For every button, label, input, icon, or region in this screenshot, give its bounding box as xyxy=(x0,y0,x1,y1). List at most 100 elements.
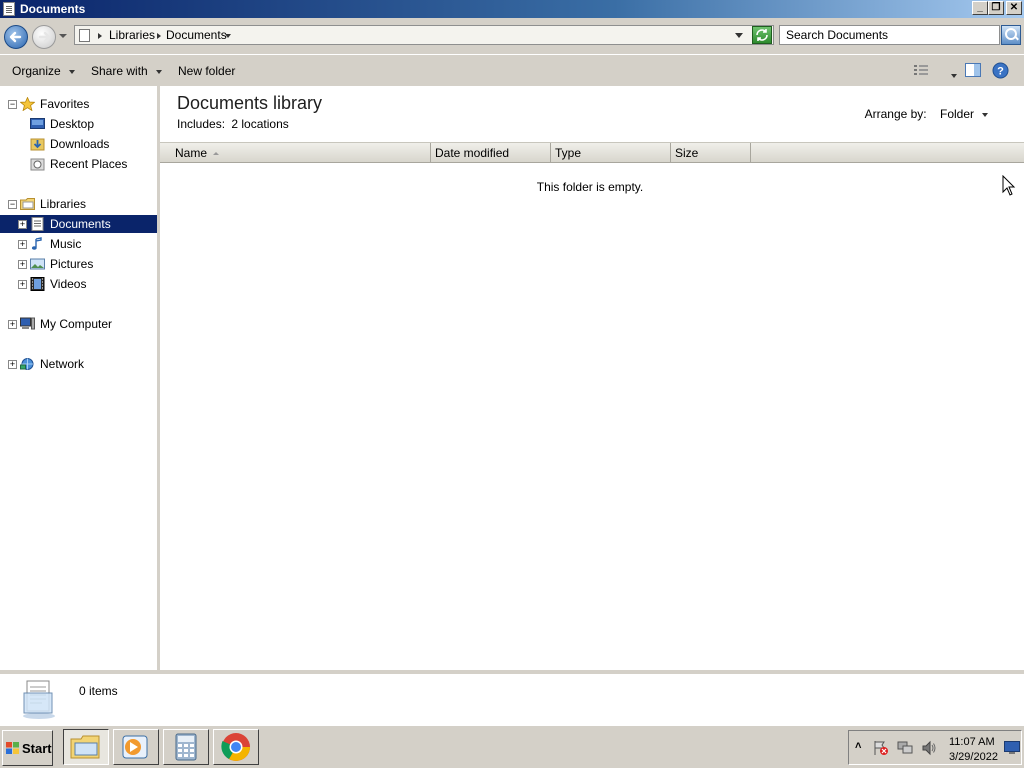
chevron-down-icon xyxy=(982,112,988,117)
column-header-name[interactable]: Name xyxy=(160,143,431,163)
minimize-button[interactable]: _ xyxy=(972,1,988,15)
view-options-dropdown[interactable] xyxy=(943,68,957,82)
close-button[interactable]: ✕ xyxy=(1006,1,1022,15)
computer-icon xyxy=(20,317,35,330)
show-desktop-icon[interactable] xyxy=(1004,741,1020,755)
taskbar-chrome-button[interactable] xyxy=(213,729,259,765)
videos-icon xyxy=(30,277,45,291)
window-title: Documents xyxy=(20,2,86,16)
sidebar-item-music[interactable]: + Music xyxy=(0,235,157,253)
clock-date[interactable]: 3/29/2022 xyxy=(949,751,998,763)
documents-library-large-icon xyxy=(23,680,55,719)
breadcrumb-chevron[interactable] xyxy=(156,28,162,42)
navigation-bar: Libraries Documents Search Documents xyxy=(0,18,1024,54)
sidebar-item-network[interactable]: + Network xyxy=(0,355,157,373)
svg-text:?: ? xyxy=(997,66,1004,78)
title-bar[interactable]: Documents _ ❐ ✕ xyxy=(0,0,1024,18)
file-list-pane[interactable]: Documents library Includes: 2 locations … xyxy=(160,86,1024,670)
expand-icon[interactable]: + xyxy=(18,280,27,289)
organize-label: Organize xyxy=(12,64,61,78)
taskbar-media-player-button[interactable] xyxy=(113,729,159,765)
arrange-by: Arrange by: Folder xyxy=(865,107,988,121)
arrange-by-value: Folder xyxy=(939,107,974,121)
documents-library-icon xyxy=(31,217,44,231)
change-view-icon[interactable] xyxy=(914,64,928,76)
command-bar: Organize Share with New folder ? xyxy=(0,54,1024,86)
maximize-button[interactable]: ❐ xyxy=(988,1,1004,15)
taskbar: Start ˄ 11:07 AM 3/29/2022 xyxy=(0,725,1024,768)
library-icon xyxy=(79,29,90,42)
sidebar-item-label: My Computer xyxy=(40,317,113,331)
back-button[interactable] xyxy=(4,25,28,49)
sidebar-item-downloads[interactable]: Downloads xyxy=(0,135,157,153)
refresh-button[interactable] xyxy=(752,26,772,44)
network-status-icon[interactable] xyxy=(897,740,913,756)
libraries-folder-icon xyxy=(20,198,35,210)
includes-locations-link[interactable]: 2 locations xyxy=(231,117,288,131)
new-folder-button[interactable]: New folder xyxy=(178,64,235,78)
forward-button[interactable] xyxy=(32,25,56,49)
preview-pane-icon[interactable] xyxy=(965,63,981,77)
share-with-label: Share with xyxy=(91,64,148,78)
address-history-dropdown[interactable] xyxy=(735,33,743,38)
sidebar-item-label: Music xyxy=(50,237,82,251)
recent-places-icon xyxy=(30,158,45,171)
sidebar-item-videos[interactable]: + Videos xyxy=(0,275,157,293)
navigation-pane: − Favorites Desktop Downloads Recent Pla… xyxy=(0,86,160,670)
sidebar-item-label: Favorites xyxy=(40,97,90,111)
sidebar-item-recent-places[interactable]: Recent Places xyxy=(0,155,157,173)
chevron-down-icon xyxy=(951,73,957,78)
organize-menu[interactable]: Organize xyxy=(12,64,75,78)
sidebar-item-libraries[interactable]: − Libraries xyxy=(0,195,157,213)
sidebar-item-label: Desktop xyxy=(50,117,95,131)
column-header-type[interactable]: Type xyxy=(551,143,671,163)
sidebar-item-documents[interactable]: + Documents xyxy=(0,215,157,233)
collapse-icon[interactable]: − xyxy=(8,100,17,109)
expand-icon[interactable]: + xyxy=(8,360,17,369)
column-header-date-modified[interactable]: Date modified xyxy=(431,143,551,163)
show-hidden-icons-icon[interactable]: ˄ xyxy=(855,740,861,752)
expand-icon[interactable]: + xyxy=(18,220,27,229)
action-center-flag-icon[interactable] xyxy=(873,740,889,756)
sidebar-item-label: Libraries xyxy=(40,197,87,211)
help-icon[interactable]: ? xyxy=(992,62,1009,79)
volume-icon[interactable] xyxy=(921,740,937,756)
chrome-icon xyxy=(221,733,250,761)
taskbar-calculator-button[interactable] xyxy=(163,729,209,765)
notification-area: ˄ 11:07 AM 3/29/2022 xyxy=(848,730,1022,765)
address-chevron-root[interactable] xyxy=(97,28,103,42)
page-title: Documents library xyxy=(177,93,323,113)
expand-icon[interactable]: + xyxy=(18,260,27,269)
expand-icon[interactable]: + xyxy=(18,240,27,249)
sidebar-item-pictures[interactable]: + Pictures xyxy=(0,255,157,273)
sort-ascending-icon xyxy=(213,152,220,156)
details-pane: 0 items xyxy=(0,670,1024,725)
explorer-folder-icon xyxy=(70,735,100,759)
back-arrow-icon xyxy=(9,31,22,43)
breadcrumb-libraries[interactable]: Libraries xyxy=(109,28,155,42)
search-input[interactable]: Search Documents xyxy=(779,25,1000,45)
sidebar-item-label: Downloads xyxy=(50,137,110,151)
start-label: Start xyxy=(22,741,52,756)
recent-pages-dropdown[interactable] xyxy=(59,34,67,38)
collapse-icon[interactable]: − xyxy=(8,200,17,209)
breadcrumb-documents[interactable]: Documents xyxy=(166,28,227,42)
address-bar[interactable]: Libraries Documents xyxy=(74,25,774,45)
organize-dropdown-icon xyxy=(68,69,75,74)
share-dropdown-icon xyxy=(155,69,162,74)
column-header-size[interactable]: Size xyxy=(671,143,751,163)
breadcrumb-documents-chevron[interactable] xyxy=(225,28,231,42)
expand-icon[interactable]: + xyxy=(8,320,17,329)
documents-window-icon[interactable] xyxy=(3,2,15,16)
share-with-menu[interactable]: Share with xyxy=(91,64,162,78)
clock-time[interactable]: 11:07 AM xyxy=(949,736,995,748)
start-button[interactable]: Start xyxy=(2,730,53,766)
sidebar-item-my-computer[interactable]: + My Computer xyxy=(0,315,157,333)
arrange-by-dropdown[interactable]: Folder xyxy=(940,107,988,121)
taskbar-explorer-button[interactable] xyxy=(63,729,109,765)
downloads-folder-icon xyxy=(30,138,45,151)
sidebar-item-desktop[interactable]: Desktop xyxy=(0,115,157,133)
search-icon[interactable] xyxy=(1001,25,1021,45)
sidebar-item-favorites[interactable]: − Favorites xyxy=(0,95,157,113)
pictures-icon xyxy=(30,258,45,270)
